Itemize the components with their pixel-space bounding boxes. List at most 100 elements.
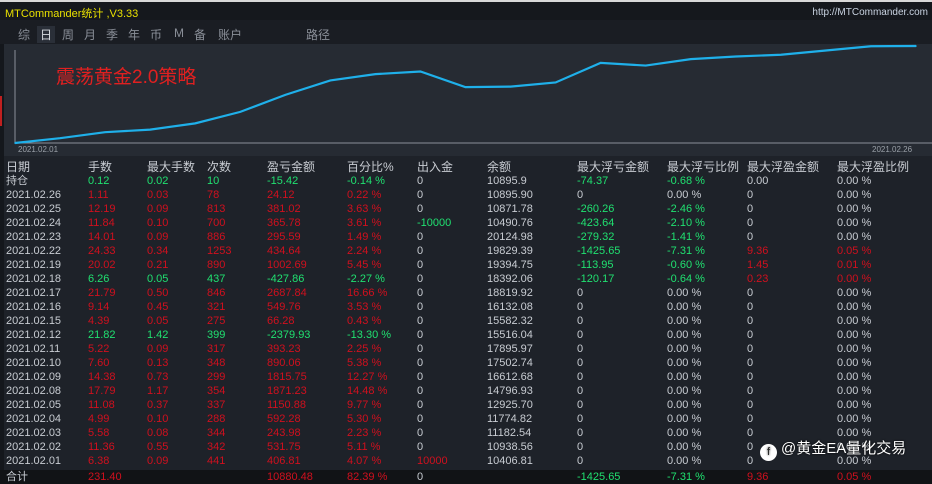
cell-1: 9.14 <box>88 301 110 313</box>
cell-11: 0.00 % <box>837 217 872 229</box>
cell-2: 0.21 <box>147 259 169 271</box>
tab-2[interactable]: 周 <box>62 26 74 43</box>
table-row: 2021.02.04 4.99 0.10 288 592.28 5.30 % 0 11774.… <box>0 412 932 426</box>
cell-5: 12.27 % <box>347 371 388 383</box>
table-row: 2021.02.08 17.79 1.17 354 1871.23 14.48 % 0 147… <box>0 384 932 398</box>
cell-10: 最大浮盈金额 <box>747 160 820 174</box>
data-point <box>689 58 692 60</box>
watermark-text: @黄金EA量化交易 <box>781 440 907 457</box>
cell-3: 437 <box>207 273 226 285</box>
cell-0: 合计 <box>6 471 28 483</box>
data-point <box>644 64 647 67</box>
cell-9: 0.00 % <box>667 371 702 383</box>
tab-0[interactable]: 综 <box>18 26 30 43</box>
cell-5: -2.27 % <box>347 273 385 285</box>
cell-1: 11.84 <box>88 217 115 229</box>
tab-6[interactable]: 币 <box>150 26 162 43</box>
data-point <box>599 62 602 64</box>
cell-10: 9.36 <box>747 245 769 257</box>
cell-0: 2021.02.04 <box>6 413 62 425</box>
cell-6: 0 <box>417 203 424 215</box>
tab-7[interactable]: M <box>174 26 184 40</box>
cell-11: 0.01 % <box>837 259 872 271</box>
cell-7: 10871.78 <box>487 203 533 215</box>
cell-7: 11182.54 <box>487 427 532 439</box>
cell-8: 0 <box>577 301 584 313</box>
cell-3: 813 <box>207 203 226 215</box>
cell-4: -15.42 <box>267 175 299 187</box>
tab-3[interactable]: 月 <box>84 26 96 43</box>
cell-0: 2021.02.15 <box>6 315 62 327</box>
cell-6: 0 <box>417 357 424 369</box>
cell-3: 10 <box>207 175 220 187</box>
cell-2: 0.09 <box>147 343 169 355</box>
cell-11: 0.00 % <box>837 287 872 299</box>
cell-1: 21.79 <box>88 287 116 299</box>
data-point <box>104 131 106 134</box>
cell-9: 0.00 % <box>667 399 702 411</box>
cell-0: 2021.02.09 <box>6 371 62 383</box>
cell-7: 12925.70 <box>487 399 533 411</box>
cell-3: 1253 <box>207 245 232 257</box>
cell-10: 0 <box>747 315 754 327</box>
tab-1[interactable]: 日 <box>37 26 56 43</box>
cell-4: 10880.48 <box>267 471 313 483</box>
tab-10[interactable]: 路径 <box>306 26 330 43</box>
cell-0: 2021.02.25 <box>6 203 62 215</box>
side-marker <box>0 96 2 126</box>
cell-5: 1.49 % <box>347 231 382 243</box>
cell-0: 2021.02.10 <box>6 357 62 369</box>
table-row: 2021.02.25 12.19 0.09 813 381.02 3.63 % 0 10871… <box>0 202 932 216</box>
cell-2: 0.05 <box>147 315 169 327</box>
cell-8: -260.26 <box>577 203 615 215</box>
data-point <box>735 55 737 58</box>
equity-line <box>14 44 917 145</box>
cell-1: 7.60 <box>88 357 110 369</box>
tab-5[interactable]: 年 <box>128 26 140 43</box>
website-link[interactable]: http://MTCommander.com <box>812 7 928 18</box>
cell-0: 2021.02.24 <box>6 217 62 229</box>
cell-10: 0 <box>747 217 754 229</box>
cell-8: -1425.65 <box>577 245 621 257</box>
cell-4: 434.64 <box>267 245 301 257</box>
cell-11: 0.00 % <box>837 399 872 411</box>
cell-9: -2.10 % <box>667 217 705 229</box>
strategy-title: 震荡黄金2.0策略 <box>56 67 197 88</box>
cell-8: -120.17 <box>577 273 615 285</box>
cell-9: -1.41 % <box>667 231 705 243</box>
cell-8: -74.37 <box>577 175 609 187</box>
cell-11: 0.05 % <box>837 471 872 483</box>
cell-6: 0 <box>417 399 424 411</box>
cell-4: 1150.88 <box>267 399 306 411</box>
chart-start-date: 2021.02.01 <box>18 145 59 154</box>
cell-3: 846 <box>207 287 226 299</box>
cell-9: -7.31 % <box>667 245 705 257</box>
tab-9[interactable]: 账户 <box>218 26 242 43</box>
cell-6: 0 <box>417 231 424 243</box>
tab-4[interactable]: 季 <box>106 26 118 43</box>
cell-2: 最大手数 <box>147 160 196 174</box>
cell-1: 14.01 <box>88 231 116 243</box>
cell-1: 6.38 <box>88 455 110 467</box>
cell-0: 2021.02.18 <box>6 273 62 285</box>
cell-7: 11774.82 <box>487 413 533 425</box>
cell-9: 0.00 % <box>667 315 702 327</box>
table-row: 2021.02.05 11.08 0.37 337 1150.88 9.77 % 0 1292… <box>0 398 932 412</box>
cell-9: 0.00 % <box>667 455 702 467</box>
cell-10: 0 <box>747 203 754 215</box>
cell-8: 0 <box>577 287 584 299</box>
data-point <box>149 128 151 131</box>
cell-8: -113.95 <box>577 259 614 271</box>
cell-0: 2021.02.01 <box>6 455 62 467</box>
cell-4: 549.76 <box>267 301 301 313</box>
cell-3: 288 <box>207 413 226 425</box>
cell-3: 317 <box>207 343 226 355</box>
cell-1: 11.08 <box>88 399 115 411</box>
cell-2: 0.10 <box>147 413 169 425</box>
cell-7: 余额 <box>487 160 512 174</box>
cell-2: 1.42 <box>147 329 169 341</box>
cell-0: 日期 <box>6 160 31 174</box>
tab-8[interactable]: 备 <box>194 26 206 43</box>
cell-10: 0 <box>747 441 754 453</box>
cell-8: 0 <box>577 189 584 201</box>
